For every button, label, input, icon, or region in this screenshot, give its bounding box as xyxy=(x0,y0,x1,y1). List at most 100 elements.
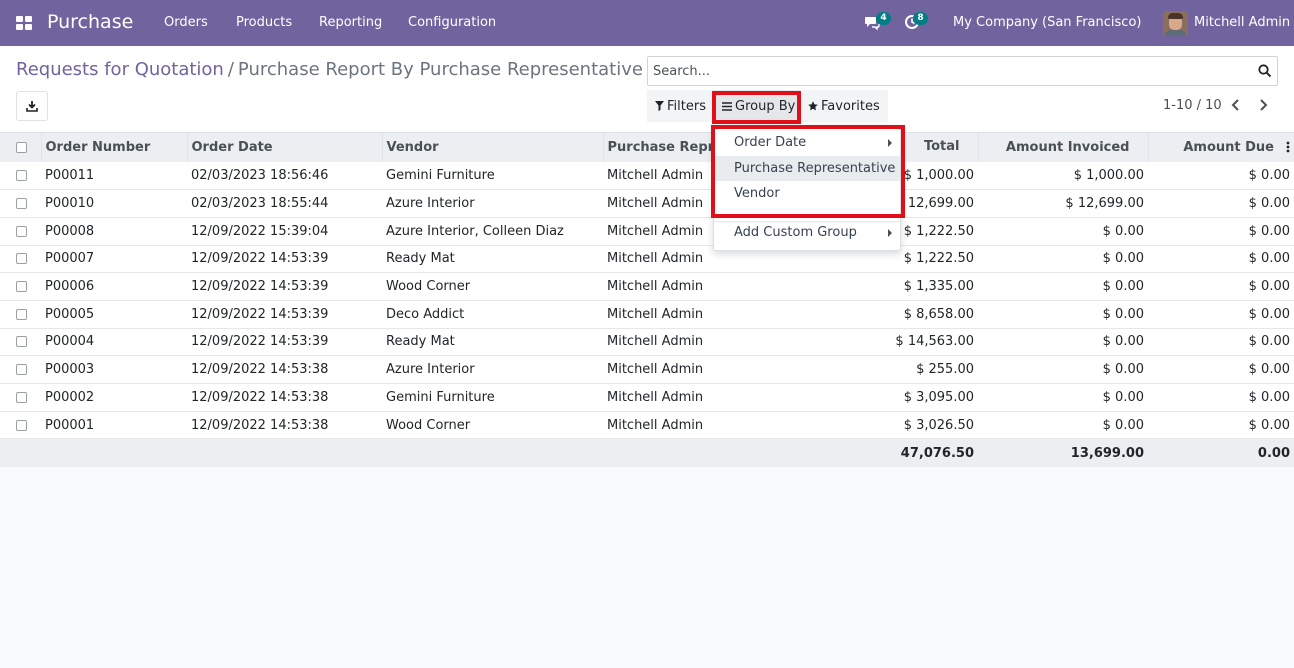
add-custom-group[interactable]: Add Custom Group xyxy=(714,220,900,245)
row-select-cell[interactable] xyxy=(0,217,41,246)
cell-total-text: $ 8,658.00 xyxy=(903,306,974,322)
cell-total-text: $ 1,222.50 xyxy=(903,223,974,239)
cell-purchase-representative-text: Mitchell Admin xyxy=(607,306,704,322)
group-by-purchase-representative[interactable]: Purchase Representative xyxy=(714,156,900,181)
totals-empty-cell xyxy=(41,438,187,467)
cell-vendor: Azure Interior xyxy=(382,355,603,384)
cell-purchase-representative-text: Mitchell Admin xyxy=(607,223,704,239)
row-checkbox[interactable] xyxy=(16,281,27,293)
table-row[interactable]: P00004 12/09/2022 14:53:39 Ready Mat Mitche… xyxy=(0,328,1294,357)
cell-order-date: 12/09/2022 14:53:39 xyxy=(187,300,382,329)
menu-products[interactable]: Products xyxy=(236,15,292,30)
favorites-button[interactable]: Favorites xyxy=(800,90,888,122)
row-select-cell[interactable] xyxy=(0,328,41,357)
menu-orders[interactable]: Orders xyxy=(164,15,208,30)
table-row[interactable]: P00005 12/09/2022 14:53:39 Deco Addict Mitc… xyxy=(0,300,1294,329)
pager-next-icon[interactable] xyxy=(1257,98,1269,112)
column-vendor[interactable]: Vendor xyxy=(381,133,603,162)
column-amount-invoiced[interactable]: Amount Invoiced xyxy=(977,133,1148,162)
cell-order-number: P00003 xyxy=(41,355,187,384)
column-order-date[interactable]: Order Date xyxy=(186,133,382,162)
cell-purchase-representative: Mitchell Admin $ 3,026.50 xyxy=(603,411,978,440)
table-row[interactable]: P00008 12/09/2022 15:39:04 Azure Interior,… xyxy=(0,217,1294,246)
cell-total-text: $ 255.00 xyxy=(916,362,974,378)
column-order-number[interactable]: Order Number xyxy=(40,133,187,162)
cell-vendor: Gemini Furniture xyxy=(382,162,603,191)
row-checkbox[interactable] xyxy=(16,225,27,237)
cell-total-text: $ 1,335.00 xyxy=(903,279,974,295)
row-select-cell[interactable] xyxy=(0,300,41,329)
group-by-label: Group By xyxy=(735,98,796,114)
row-select-cell[interactable] xyxy=(0,272,41,301)
apps-menu-icon[interactable] xyxy=(16,16,32,30)
row-checkbox[interactable] xyxy=(16,308,27,320)
select-all-checkbox[interactable] xyxy=(16,142,27,153)
cell-purchase-representative-text: Mitchell Admin xyxy=(607,196,704,212)
search-input[interactable] xyxy=(648,57,1248,85)
table-row[interactable]: P00011 02/03/2023 18:56:46 Gemini Furnitur… xyxy=(0,162,1294,191)
totals-empty-cell xyxy=(0,438,41,467)
row-checkbox[interactable] xyxy=(16,198,27,210)
table-row[interactable]: P00003 12/09/2022 14:53:38 Azure Interior M… xyxy=(0,355,1294,384)
cell-amount-invoiced: $ 0.00 xyxy=(978,245,1148,274)
filters-button[interactable]: Filters xyxy=(647,90,714,122)
row-checkbox[interactable] xyxy=(16,170,27,182)
select-all-header[interactable] xyxy=(0,133,41,162)
company-switcher[interactable]: My Company (San Francisco) xyxy=(953,15,1141,30)
column-total[interactable]: Total xyxy=(924,139,960,154)
download-button[interactable] xyxy=(16,91,48,121)
table-row[interactable]: P00001 12/09/2022 14:53:38 Wood Corner Mitc… xyxy=(0,411,1294,440)
column-amount-due[interactable]: Amount Due xyxy=(1147,133,1294,162)
row-checkbox[interactable] xyxy=(16,253,27,265)
optional-columns-icon[interactable] xyxy=(1286,141,1290,153)
cell-purchase-representative-text: Mitchell Admin xyxy=(607,334,704,350)
menu-reporting[interactable]: Reporting xyxy=(319,15,382,30)
cell-vendor: Ready Mat xyxy=(382,245,603,274)
row-select-cell[interactable] xyxy=(0,189,41,218)
cell-order-number: P00005 xyxy=(41,300,187,329)
menu-configuration[interactable]: Configuration xyxy=(408,15,496,30)
row-checkbox[interactable] xyxy=(16,364,27,376)
totals-empty-cell xyxy=(187,438,382,467)
filters-label: Filters xyxy=(667,98,706,114)
row-select-cell[interactable] xyxy=(0,245,41,274)
table-row[interactable]: P00002 12/09/2022 14:53:38 Gemini Furnitur… xyxy=(0,383,1294,412)
pager-value[interactable]: 1-10 / 10 xyxy=(1163,98,1222,113)
row-select-cell[interactable] xyxy=(0,355,41,384)
row-checkbox[interactable] xyxy=(16,419,27,431)
group-by-vendor[interactable]: Vendor xyxy=(714,181,900,206)
group-by-order-date[interactable]: Order Date xyxy=(714,130,900,155)
row-checkbox[interactable] xyxy=(16,336,27,348)
row-select-cell[interactable] xyxy=(0,383,41,412)
totals-empty-cell xyxy=(382,438,603,467)
row-select-cell[interactable] xyxy=(0,411,41,440)
row-select-cell[interactable] xyxy=(0,162,41,191)
search-icon[interactable] xyxy=(1258,64,1272,78)
cell-total-text: $ 1,000.00 xyxy=(903,168,974,184)
cell-amount-invoiced: $ 0.00 xyxy=(978,300,1148,329)
table-row[interactable]: P00007 12/09/2022 14:53:39 Ready Mat Mitche… xyxy=(0,245,1294,274)
user-avatar[interactable] xyxy=(1163,11,1188,36)
group-by-button[interactable]: Group By xyxy=(714,90,804,122)
table-row[interactable]: P00010 02/03/2023 18:55:44 Azure Interior M… xyxy=(0,189,1294,218)
star-icon xyxy=(808,101,818,111)
cell-vendor: Ready Mat xyxy=(382,328,603,357)
cell-amount-due: $ 0.00 xyxy=(1148,355,1294,384)
app-name[interactable]: Purchase xyxy=(47,11,133,33)
breadcrumb-parent[interactable]: Requests for Quotation xyxy=(16,59,224,80)
cell-order-number: P00004 xyxy=(41,328,187,357)
pager-previous-icon[interactable] xyxy=(1230,98,1242,112)
table-row[interactable]: P00006 12/09/2022 14:53:39 Wood Corner Mitc… xyxy=(0,272,1294,301)
top-navbar: Purchase Orders Products Reporting Confi… xyxy=(0,0,1294,46)
cell-vendor: Gemini Furniture xyxy=(382,383,603,412)
cell-amount-due: $ 0.00 xyxy=(1148,383,1294,412)
group-by-order-date-label: Order Date xyxy=(734,135,807,150)
row-checkbox[interactable] xyxy=(16,391,27,403)
user-menu[interactable]: Mitchell Admin xyxy=(1194,15,1290,30)
cell-vendor: Azure Interior xyxy=(382,189,603,218)
cell-purchase-representative-text: Mitchell Admin xyxy=(607,168,704,184)
messages-badge: 4 xyxy=(876,12,891,25)
submenu-caret-icon xyxy=(888,139,892,147)
cell-total-text: $ 1,222.50 xyxy=(903,251,974,267)
submenu-caret-icon xyxy=(888,229,892,237)
